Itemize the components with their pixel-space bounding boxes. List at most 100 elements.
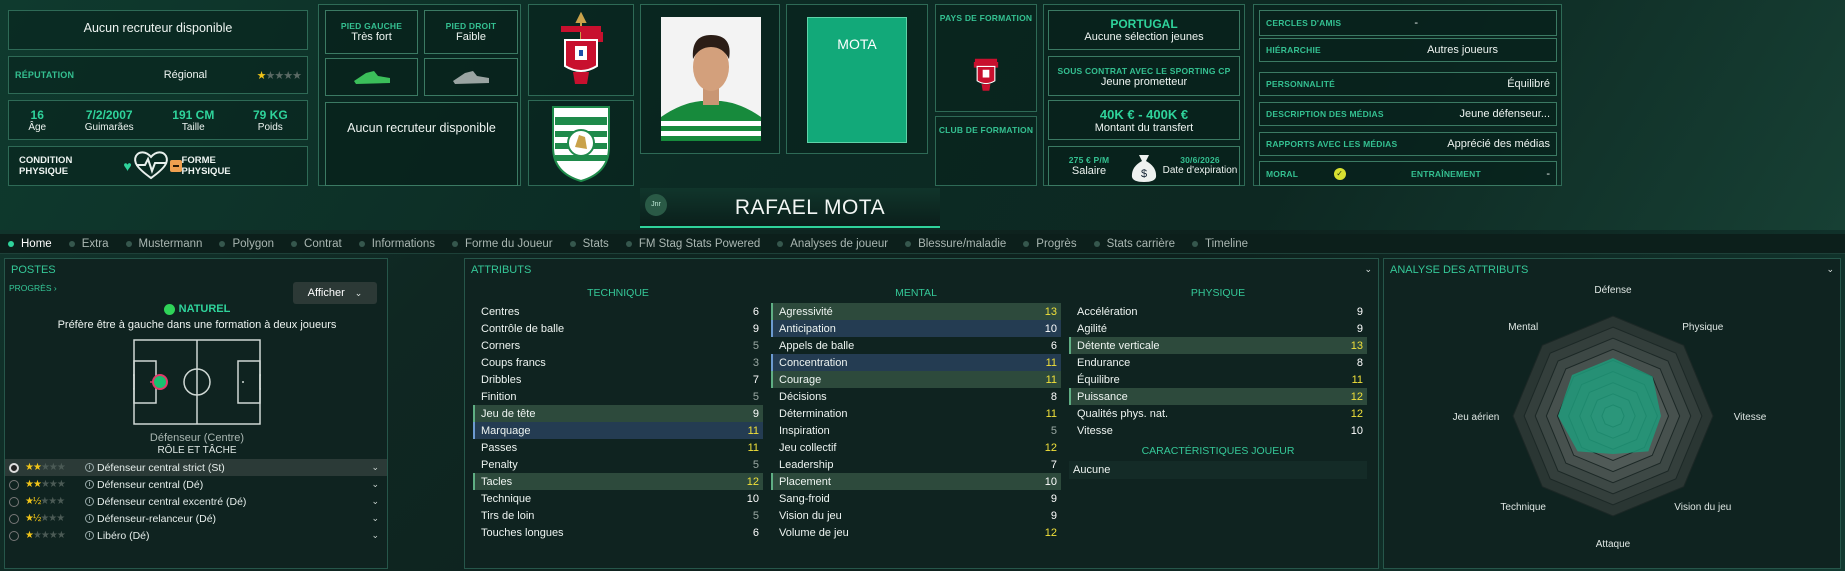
morale-label: MORAL <box>1266 168 1299 179</box>
attribute-row[interactable]: Courage 11 <box>771 371 1061 388</box>
attribute-row[interactable]: Accélération 9 <box>1069 303 1367 320</box>
player-photo[interactable] <box>661 17 761 141</box>
tab-progres[interactable]: Progrès <box>1023 238 1077 250</box>
show-dropdown-button[interactable]: Afficher ⌄ <box>293 282 377 304</box>
chevron-down-icon[interactable]: ⌄ <box>371 462 379 473</box>
attribute-row[interactable]: Endurance 8 <box>1069 354 1367 371</box>
radio-icon[interactable] <box>9 479 19 490</box>
info-icon[interactable]: i <box>85 497 94 506</box>
left-foot-card: PIED GAUCHE Très fort <box>325 10 418 54</box>
nation-crest-card[interactable] <box>528 4 634 96</box>
attribute-row[interactable]: Centres 6 <box>473 303 763 320</box>
chevron-down-icon[interactable]: ⌄ <box>1826 264 1834 275</box>
preference-text: Préfère être à gauche dans une formation… <box>57 319 337 331</box>
attribute-row[interactable]: Technique 10 <box>473 490 763 507</box>
chevron-down-icon[interactable]: ⌄ <box>371 496 379 507</box>
tab-mustermann[interactable]: Mustermann <box>125 238 202 250</box>
sporting-cp-crest-icon <box>552 106 610 183</box>
attribute-name: Leadership <box>779 458 834 471</box>
attribute-row[interactable]: Placement 10 <box>771 473 1061 490</box>
role-row[interactable]: ★½★★★ i Défenseur-relanceur (Dé) ⌄ <box>5 510 387 527</box>
info-icon[interactable]: i <box>85 480 94 489</box>
attribute-row[interactable]: Détente verticale 13 <box>1069 337 1367 354</box>
tab-polygon[interactable]: Polygon <box>219 238 274 250</box>
chevron-down-icon[interactable]: ⌄ <box>371 479 379 490</box>
attribute-row[interactable]: Dribbles 7 <box>473 371 763 388</box>
tab-analyses-de-joueur[interactable]: Analyses de joueur <box>777 238 888 250</box>
chevron-down-icon[interactable]: ⌄ <box>1364 264 1372 275</box>
attribute-row[interactable]: Appels de balle 6 <box>771 337 1061 354</box>
role-row[interactable]: ★★★★★ i Défenseur central (Dé) ⌄ <box>5 476 387 493</box>
tab-home[interactable]: Home <box>8 238 52 250</box>
radio-icon[interactable] <box>9 513 19 524</box>
tab-informations[interactable]: Informations <box>358 238 435 250</box>
attribute-row[interactable]: Vitesse 10 <box>1069 422 1367 439</box>
attribute-row[interactable]: Corners 5 <box>473 337 763 354</box>
tab-timeline[interactable]: Timeline <box>1191 238 1248 250</box>
attribute-row[interactable]: Penalty 5 <box>473 456 763 473</box>
role-row[interactable]: ★½★★★ i Défenseur central excentré (Dé) ⌄ <box>5 493 387 510</box>
role-row[interactable]: ★★★★★ i Défenseur central strict (St) ⌄ <box>5 459 387 476</box>
condition-label: CONDITION PHYSIQUE <box>19 155 73 177</box>
chevron-down-icon[interactable]: ⌄ <box>371 513 379 524</box>
friends-row: CERCLES D'AMIS - <box>1259 10 1557 36</box>
attribute-row[interactable]: Vision du jeu 9 <box>771 507 1061 524</box>
info-icon[interactable]: i <box>85 531 94 540</box>
attribute-row[interactable]: Leadership 7 <box>771 456 1061 473</box>
tab-extra[interactable]: Extra <box>68 238 109 250</box>
info-icon[interactable]: i <box>85 463 94 472</box>
tab-forme-du-joueur[interactable]: Forme du Joueur <box>452 238 553 250</box>
attribute-row[interactable]: Décisions 8 <box>771 388 1061 405</box>
attribute-row[interactable]: Tirs de loin 5 <box>473 507 763 524</box>
tab-stats[interactable]: Stats <box>569 238 609 250</box>
attribute-name: Agilité <box>1077 322 1107 335</box>
radio-icon[interactable] <box>9 496 19 507</box>
right-boot-icon <box>453 71 489 84</box>
tab-stats-carriere[interactable]: Stats carrière <box>1093 238 1175 250</box>
attribute-value: 10 <box>1350 424 1363 437</box>
nation-card[interactable]: PORTUGAL Aucune sélection jeunes <box>1048 10 1240 50</box>
personality-row: PERSONNALITÉ Équilibré <box>1259 72 1557 96</box>
attribute-row[interactable]: Sang-froid 9 <box>771 490 1061 507</box>
attribute-row[interactable]: Agressivité 13 <box>771 303 1061 320</box>
contract-label: SOUS CONTRAT AVEC LE SPORTING CP <box>1057 66 1231 76</box>
attribute-row[interactable]: Touches longues 6 <box>473 524 763 541</box>
attribute-row[interactable]: Tacles 12 <box>473 473 763 490</box>
attribute-row[interactable]: Volume de jeu 12 <box>771 524 1061 541</box>
media-relations-value: Apprécié des médias <box>1447 138 1550 150</box>
info-icon[interactable]: i <box>85 514 94 523</box>
attribute-row[interactable]: Qualités phys. nat. 12 <box>1069 405 1367 422</box>
attribute-value: 11 <box>747 441 759 454</box>
attribute-row[interactable]: Anticipation 10 <box>771 320 1061 337</box>
attribute-row[interactable]: Agilité 9 <box>1069 320 1367 337</box>
expiry-label: Date d'expiration <box>1162 165 1238 176</box>
attribute-row[interactable]: Contrôle de balle 9 <box>473 320 763 337</box>
attribute-row[interactable]: Jeu collectif 12 <box>771 439 1061 456</box>
attribute-value: 9 <box>752 322 759 335</box>
heart-icon: ♥ <box>123 158 132 174</box>
tab-contrat[interactable]: Contrat <box>291 238 342 250</box>
radio-selected-icon[interactable] <box>9 462 19 473</box>
avatar[interactable]: Jnr <box>645 194 667 216</box>
attribute-row[interactable]: Marquage 11 <box>473 422 763 439</box>
club-crest-card[interactable] <box>528 100 634 186</box>
attribute-row[interactable]: Finition 5 <box>473 388 763 405</box>
radar-axis-label: Défense <box>1594 285 1632 296</box>
progress-link[interactable]: PROGRÈS › <box>9 283 57 293</box>
attribute-row[interactable]: Coups francs 3 <box>473 354 763 371</box>
radio-icon[interactable] <box>9 530 19 541</box>
attribute-row[interactable]: Détermination 11 <box>771 405 1061 422</box>
tab-fm-stag-stats[interactable]: FM Stag Stats Powered <box>625 238 760 250</box>
attribute-value: 5 <box>752 458 759 471</box>
attribute-row[interactable]: Jeu de tête 9 <box>473 405 763 422</box>
chevron-down-icon[interactable]: ⌄ <box>371 530 379 541</box>
attribute-row[interactable]: Inspiration 5 <box>771 422 1061 439</box>
attribute-name: Concentration <box>779 356 848 369</box>
tab-blessure-maladie[interactable]: Blessure/maladie <box>905 238 1006 250</box>
training-country-card: PAYS DE FORMATION <box>935 4 1037 112</box>
attribute-row[interactable]: Concentration 11 <box>771 354 1061 371</box>
role-row[interactable]: ★★★★★ i Libéro (Dé) ⌄ <box>5 527 387 544</box>
attribute-row[interactable]: Passes 11 <box>473 439 763 456</box>
attribute-row[interactable]: Équilibre 11 <box>1069 371 1367 388</box>
attribute-row[interactable]: Puissance 12 <box>1069 388 1367 405</box>
